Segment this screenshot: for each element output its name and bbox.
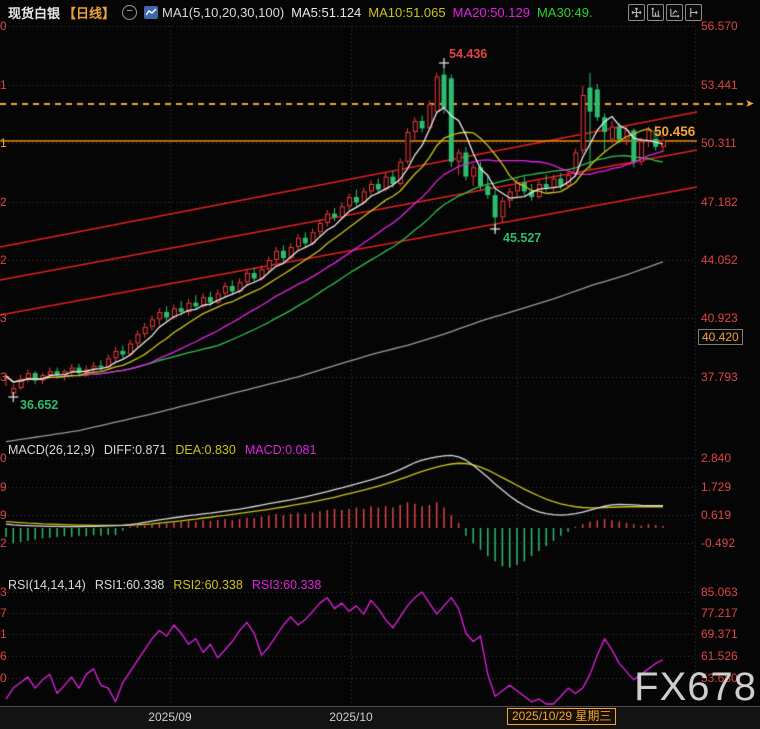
macd-macd-value: MACD:0.081	[245, 443, 317, 457]
macd-axis-label: -0.492	[701, 536, 735, 550]
macd-title: MACD(26,12,9)	[8, 443, 95, 457]
price-axis-label: 47.182	[701, 195, 738, 209]
price-axis-label: 50.311	[701, 136, 737, 150]
rsi-axis-label: 69.371	[701, 627, 738, 641]
price-axis-label: 56.570	[701, 19, 738, 33]
macd-panel-header: MACD(26,12,9) DIFF:0.871 DEA:0.830 MACD:…	[8, 443, 316, 457]
chart-toolbar	[628, 4, 702, 21]
fx678-watermark: FX678	[634, 665, 757, 710]
auto-scale-x-icon[interactable]	[666, 4, 683, 21]
current-date-label: 2025/10/29 星期三	[507, 708, 616, 725]
marked-price-label: 40.420	[698, 329, 743, 345]
macd-axis-left-fragment: 0	[0, 451, 7, 465]
ma10-value: MA10:51.065	[368, 5, 445, 20]
start-low-annotation: 36.652	[20, 398, 58, 412]
rsi1-value: RSI1:60.338	[95, 578, 165, 592]
rsi-panel-header: RSI(14,14,14) RSI1:60.338 RSI2:60.338 RS…	[8, 578, 321, 592]
price-axis-left-fragment: 2	[0, 253, 7, 267]
macd-axis-left-fragment: 9	[0, 508, 7, 522]
rsi-axis-label: 77.217	[701, 606, 738, 620]
ma5-value: MA5:51.124	[291, 5, 361, 20]
macd-axis-label: 0.619	[701, 508, 731, 522]
rsi-axis-left-fragment: 7	[0, 606, 7, 620]
price-axis-left-fragment: 3	[0, 311, 7, 325]
chart-canvas[interactable]	[0, 0, 760, 729]
indicator-chart-icon[interactable]	[144, 6, 158, 19]
price-alert-arrow-icon: ➤	[745, 97, 754, 110]
price-axis-label: 44.052	[701, 253, 738, 267]
macd-axis-label: 2.840	[701, 451, 731, 465]
trading-chart-app: 现货白银 【日线】 − MA1(5,10,20,30,100) MA5:51.1…	[0, 0, 760, 729]
high-price-annotation: 54.436	[449, 47, 487, 61]
swing-low-annotation: 45.527	[503, 231, 541, 245]
price-axis-left-fragment: 3	[0, 370, 7, 384]
rsi-axis-left-fragment: 3	[0, 585, 7, 599]
ma30-value: MA30:49.	[537, 5, 593, 20]
auto-scale-y-icon[interactable]	[647, 4, 664, 21]
macd-dea-value: DEA:0.830	[175, 443, 235, 457]
period-selector[interactable]: 【日线】	[63, 3, 115, 22]
time-tick-label: 2025/09	[148, 710, 191, 724]
rsi-axis-left-fragment: 0	[0, 671, 7, 685]
ma20-value: MA20:50.129	[453, 5, 530, 20]
rsi-axis-left-fragment: 6	[0, 649, 7, 663]
time-tick-label: 2025/10	[329, 710, 372, 724]
price-axis-left-fragment: 2	[0, 195, 7, 209]
price-axis-label: 37.793	[701, 370, 738, 384]
price-axis-left-fragment: 0	[0, 19, 7, 33]
price-axis-left-fragment: 1	[0, 78, 7, 92]
rsi-axis-label: 61.526	[701, 649, 738, 663]
macd-diff-value: DIFF:0.871	[104, 443, 167, 457]
rsi-axis-label: 85.063	[701, 585, 738, 599]
ma-settings-label: MA1(5,10,20,30,100)	[162, 5, 284, 20]
instrument-name: 现货白银	[8, 3, 60, 22]
price-axis-label: 53.441	[701, 78, 738, 92]
current-price-label: 50.456	[652, 124, 697, 139]
rsi-axis-left-fragment: 1	[0, 627, 7, 641]
macd-axis-label: 1.729	[701, 480, 731, 494]
price-axis-label: 40.923	[701, 311, 738, 325]
rsi2-value: RSI2:60.338	[173, 578, 243, 592]
macd-axis-left-fragment: 2	[0, 536, 7, 550]
macd-axis-left-fragment: 9	[0, 480, 7, 494]
pan-icon[interactable]	[628, 4, 645, 21]
rsi-title: RSI(14,14,14)	[8, 578, 86, 592]
collapse-icon[interactable]: −	[122, 5, 137, 20]
rsi3-value: RSI3:60.338	[252, 578, 322, 592]
price-axis-left-fragment: 1	[0, 136, 7, 150]
time-axis-bar[interactable]: 2025/09 2025/10 2025/10/29 星期三	[0, 706, 760, 729]
goto-latest-icon[interactable]	[685, 4, 702, 21]
